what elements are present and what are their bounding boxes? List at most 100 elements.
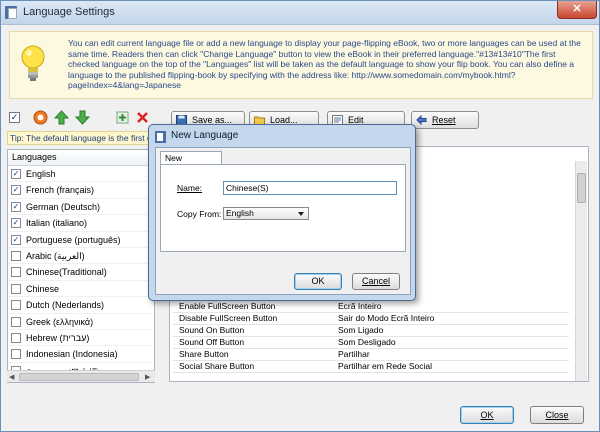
language-checkbox[interactable] (11, 332, 21, 343)
item-value: Ecrã Inteiro (338, 301, 382, 311)
window-title: Language Settings (23, 6, 115, 18)
language-label: Hebrew (עברית) (26, 332, 90, 343)
default-language-tip: Tip: The default language is the first o… (7, 131, 155, 145)
language-label: Chinese (26, 283, 60, 294)
item-value: Som Ligado (338, 325, 384, 335)
reset-icon (416, 115, 427, 125)
dialog-body: New Language Name: Chinese(S) Copy From:… (155, 147, 411, 295)
item-value: Partilhar em Rede Social (338, 361, 433, 371)
item-key: Social Share Button (179, 361, 255, 371)
language-label: Greek (ελληνικά) (26, 316, 94, 327)
new-language-dialog: New Language New Language Name: Chinese(… (148, 124, 416, 301)
dialog-cancel-label: Cancel (361, 276, 390, 286)
language-checkbox[interactable]: ✓ (11, 185, 21, 196)
languages-list: Languages ✓ English ✓ French (français) ✓ Ger… (7, 149, 155, 383)
language-item[interactable]: Chinese(Traditional) (8, 264, 154, 281)
info-text: You can edit current language file or ad… (68, 38, 581, 90)
language-items-grid: Enable FullScreen Button Ecrã Inteiro Disa… (173, 301, 569, 373)
name-label: Name: (177, 183, 202, 193)
language-label: Dutch (Nederlands) (26, 300, 105, 311)
language-label: Russian (русский) (26, 382, 99, 383)
language-item[interactable]: Dutch (Nederlands) (8, 297, 154, 314)
language-settings-window: Language Settings ✕ You can edit current… (0, 0, 600, 432)
item-key: Share Button (179, 349, 229, 359)
table-row[interactable]: Disable FullScreen Button Sair do Modo Ec… (173, 313, 569, 325)
languages-header: Languages (8, 150, 154, 166)
language-list-toolbar: ✓ (7, 109, 155, 127)
dialog-title: New Language (171, 130, 239, 141)
table-row[interactable]: Social Share Button Partilhar em Rede Soc… (173, 361, 569, 373)
remove-circle-icon[interactable] (33, 110, 48, 125)
language-items-scrollbar[interactable] (575, 161, 587, 381)
check-all-checkbox[interactable]: ✓ (9, 112, 20, 123)
reset-button[interactable]: Reset (411, 111, 479, 129)
language-checkbox[interactable] (11, 267, 21, 278)
language-checkbox[interactable] (11, 382, 21, 383)
language-label: Indonesian (Indonesia) (26, 349, 118, 360)
window-close-button[interactable]: ✕ (557, 1, 597, 19)
language-checkbox[interactable]: ✓ (11, 218, 21, 229)
copy-from-select[interactable]: English (223, 207, 309, 220)
language-item[interactable]: ✓ English (8, 166, 154, 183)
language-checkbox[interactable] (11, 349, 21, 360)
delete-icon[interactable] (135, 110, 150, 125)
language-checkbox[interactable] (11, 316, 21, 327)
language-checkbox[interactable]: ✓ (11, 169, 21, 179)
language-item[interactable]: Arabic (العربية) (8, 248, 154, 265)
language-label: Chinese(Traditional) (26, 267, 107, 278)
table-row[interactable]: Enable FullScreen Button Ecrã Inteiro (173, 301, 569, 313)
table-row[interactable]: Sound Off Button Som Desligado (173, 337, 569, 349)
language-item[interactable]: ✓ German (Deutsch) (8, 199, 154, 216)
scroll-right-icon[interactable]: ▶ (145, 373, 150, 381)
language-label: Arabic (العربية) (26, 250, 85, 261)
copy-from-label: Copy From: (177, 209, 222, 219)
copy-from-value: English (226, 208, 254, 218)
language-item[interactable]: ✓ French (français) (8, 182, 154, 199)
language-item[interactable]: Hebrew (עברית) (8, 330, 154, 347)
dialog-tab-content: Name: Chinese(S) Copy From: English (160, 164, 406, 252)
ok-button[interactable]: OK (460, 406, 514, 424)
languages-horizontal-scrollbar[interactable]: ◀ ▶ (7, 370, 155, 382)
chevron-down-icon (298, 212, 304, 216)
close-button[interactable]: Close (530, 406, 584, 424)
language-checkbox[interactable] (11, 250, 21, 261)
close-label: Close (545, 410, 569, 420)
dialog-ok-button[interactable]: OK (294, 273, 342, 290)
lightbulb-icon (21, 45, 45, 81)
table-row[interactable]: Sound On Button Som Ligado (173, 325, 569, 337)
add-icon[interactable] (115, 110, 130, 125)
language-item[interactable]: Chinese (8, 281, 154, 298)
title-bar: Language Settings ✕ (1, 1, 599, 25)
language-label: French (français) (26, 185, 95, 196)
item-key: Disable FullScreen Button (179, 313, 278, 323)
language-label: Italian (italiano) (26, 218, 88, 229)
scroll-thumb[interactable] (577, 173, 586, 203)
language-checkbox[interactable]: ✓ (11, 234, 21, 245)
dialog-cancel-button[interactable]: Cancel (352, 273, 400, 290)
language-checkbox[interactable] (11, 300, 21, 311)
language-item[interactable]: ✓ Portuguese (português) (8, 232, 154, 248)
app-icon (5, 6, 17, 19)
name-field[interactable]: Chinese(S) (223, 181, 397, 195)
language-label: Portuguese (português) (26, 234, 121, 245)
item-value: Som Desligado (338, 337, 396, 347)
item-value: Partilhar (338, 349, 370, 359)
name-label-text: Name: (177, 183, 203, 193)
scroll-left-icon[interactable]: ◀ (9, 373, 14, 381)
ok-label: OK (480, 410, 494, 420)
move-up-icon[interactable] (54, 110, 69, 125)
language-item[interactable]: Greek (ελληνικά) (8, 314, 154, 330)
scroll-thumb[interactable] (19, 373, 139, 381)
dialog-app-icon (155, 131, 166, 143)
item-key: Sound Off Button (179, 337, 245, 347)
item-value: Sair do Modo Ecrã Inteiro (338, 313, 435, 323)
language-label: English (26, 169, 56, 179)
language-checkbox[interactable]: ✓ (11, 201, 21, 212)
language-item[interactable]: Indonesian (Indonesia) (8, 346, 154, 363)
language-checkbox[interactable] (11, 283, 21, 294)
table-row[interactable]: Share Button Partilhar (173, 349, 569, 361)
language-item[interactable]: ✓ Italian (italiano) (8, 215, 154, 232)
tab-new-language[interactable]: New Language (160, 151, 222, 175)
reset-label: Reset (432, 115, 456, 125)
move-down-icon[interactable] (75, 110, 90, 125)
